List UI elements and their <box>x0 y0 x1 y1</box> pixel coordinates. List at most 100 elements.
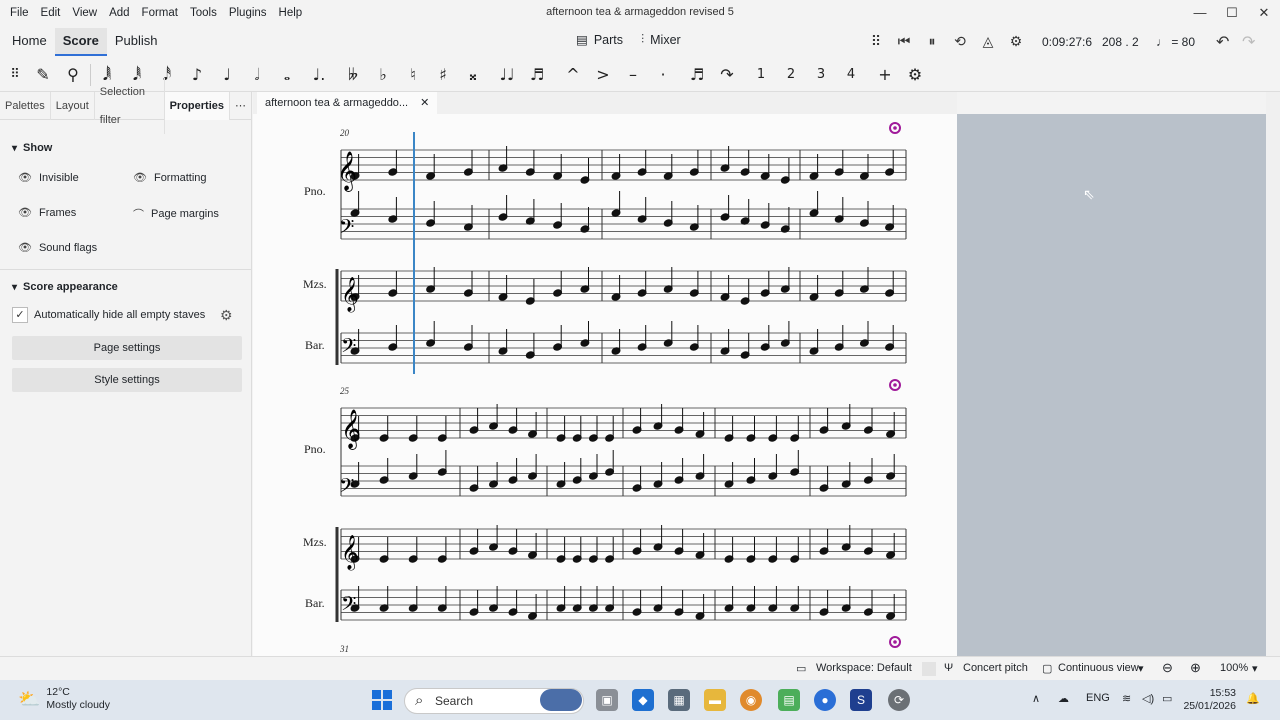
natural-icon[interactable]: ♮ <box>400 63 426 87</box>
show-section-header[interactable]: Show <box>12 142 52 154</box>
score-canvas-background[interactable] <box>957 114 1266 656</box>
double-flat-icon[interactable]: 𝄫 <box>340 63 366 87</box>
menu-format[interactable]: Format <box>136 7 184 19</box>
menu-file[interactable]: File <box>4 7 35 19</box>
musescore-icon[interactable]: S <box>850 689 872 711</box>
voice-2-icon[interactable]: 2 <box>778 63 804 87</box>
app-icon[interactable]: ⟳ <box>888 689 910 711</box>
language-indicator[interactable]: ENG <box>1086 692 1110 704</box>
score-notation[interactable]: 𝄞 𝄢 𝄞 𝄢 𝄞 𝄢 𝄞 𝄢 <box>253 114 957 656</box>
document-tab[interactable]: afternoon tea & armageddo... ✕ <box>257 92 438 114</box>
quarter-note-icon[interactable]: ♩ <box>214 63 240 87</box>
half-note-icon[interactable]: 𝅗𝅥 <box>244 63 270 87</box>
metronome-icon[interactable]: ◬ <box>978 31 998 51</box>
voice-3-icon[interactable]: 3 <box>808 63 834 87</box>
tab-selection-filter[interactable]: Selection filter <box>95 77 165 134</box>
flip-direction-icon[interactable]: ↷ <box>714 63 740 87</box>
tab-publish[interactable]: Publish <box>107 28 166 56</box>
show-frames-toggle[interactable]: 👁 Frames <box>18 206 76 220</box>
drag-handle-icon[interactable]: ⠿ <box>866 31 886 51</box>
redo-icon[interactable]: ↷ <box>1242 32 1255 52</box>
tab-layout[interactable]: Layout <box>51 91 95 120</box>
playback-settings-icon[interactable]: ⚙ <box>1006 31 1026 51</box>
style-settings-button[interactable]: Style settings <box>12 368 242 392</box>
staccato-icon[interactable]: · <box>650 63 676 87</box>
menu-plugins[interactable]: Plugins <box>223 7 273 19</box>
voice-1-icon[interactable]: 1 <box>748 63 774 87</box>
menu-tools[interactable]: Tools <box>184 7 223 19</box>
tab-score[interactable]: Score <box>54 28 107 56</box>
app-icon[interactable]: ● <box>814 689 836 711</box>
gear-icon[interactable]: ⚙ <box>220 307 233 324</box>
tenuto-icon[interactable]: – <box>620 63 646 87</box>
calculator-icon[interactable]: ▦ <box>668 689 690 711</box>
page-settings-button[interactable]: Page settings <box>12 336 242 360</box>
dotted-note-icon[interactable]: ♩. <box>306 63 332 87</box>
note-input-mode-icon[interactable]: ⚲ <box>60 63 86 87</box>
zoom-out-icon[interactable]: ⊖ <box>1162 660 1173 676</box>
close-tab-icon[interactable]: ✕ <box>420 92 429 112</box>
chevron-down-icon[interactable]: ▾ <box>1252 662 1258 675</box>
loop-icon[interactable]: ⟲ <box>950 31 970 51</box>
wifi-icon[interactable]: ≋ <box>1122 692 1131 705</box>
view-mode-dropdown[interactable]: Continuous view <box>1058 662 1139 674</box>
taskbar-clock[interactable]: 15:53 25/01/2026 <box>1183 687 1236 713</box>
slur-icon[interactable]: ♬ <box>524 63 550 87</box>
show-sound-flags-toggle[interactable]: 👁 Sound flags <box>18 241 97 255</box>
menu-add[interactable]: Add <box>103 7 135 19</box>
accent-icon[interactable]: > <box>590 63 616 87</box>
play-icon[interactable]: ⏸ <box>922 31 942 51</box>
add-icon[interactable]: + <box>872 63 898 87</box>
menu-help[interactable]: Help <box>273 7 309 19</box>
score-appearance-header[interactable]: Score appearance <box>12 281 118 293</box>
cloud-icon[interactable]: ☁ <box>1058 692 1069 705</box>
weather-widget[interactable]: ⛅ 12°C Mostly cloudy <box>18 686 110 712</box>
whole-note-icon[interactable]: 𝅝 <box>274 63 300 87</box>
voice-4-icon[interactable]: 4 <box>838 63 864 87</box>
notepad-icon[interactable]: ▤ <box>778 689 800 711</box>
windows-start-icon[interactable] <box>372 690 392 710</box>
flat-icon[interactable]: ♭ <box>370 63 396 87</box>
close-button[interactable]: ✕ <box>1248 0 1280 26</box>
show-invisible-toggle[interactable]: 👁 Invisible <box>18 171 79 185</box>
chevron-up-icon[interactable]: ∧ <box>1032 692 1040 705</box>
tuplet-icon[interactable]: ♬ <box>684 63 710 87</box>
menu-edit[interactable]: Edit <box>35 7 67 19</box>
show-formatting-toggle[interactable]: 👁 Formatting <box>133 171 207 185</box>
double-sharp-icon[interactable]: 𝄪 <box>460 63 486 87</box>
maximize-button[interactable]: ☐ <box>1216 0 1248 26</box>
notification-icon[interactable]: 🔔 <box>1246 692 1260 705</box>
battery-icon[interactable]: ▭ <box>1162 692 1172 705</box>
workspace-selector[interactable]: Workspace: Default <box>816 662 912 674</box>
eighth-note-icon[interactable]: ♪ <box>184 63 210 87</box>
volume-icon[interactable]: ◁) <box>1142 692 1154 705</box>
marcato-icon[interactable]: ^ <box>560 63 586 87</box>
concert-pitch-label[interactable]: Concert pitch <box>963 662 1028 674</box>
mixer-button[interactable]: ⫶ Mixer <box>641 32 681 47</box>
concert-pitch-checkbox[interactable] <box>922 662 936 676</box>
tab-home[interactable]: Home <box>4 28 55 56</box>
sharp-icon[interactable]: ♯ <box>430 63 456 87</box>
tie-icon[interactable]: ♩♩ <box>494 63 520 87</box>
undo-icon[interactable]: ↶ <box>1216 32 1229 52</box>
zoom-level[interactable]: 100% <box>1220 662 1248 674</box>
browser-icon[interactable]: ◉ <box>740 689 762 711</box>
minimize-button[interactable]: — <box>1184 0 1216 26</box>
checkmark-icon[interactable]: ✓ <box>12 307 28 323</box>
tab-properties[interactable]: Properties <box>164 91 230 120</box>
hide-empty-staves-option[interactable]: ✓ Automatically hide all empty staves <box>12 307 205 323</box>
task-view-icon[interactable]: ▣ <box>596 689 618 711</box>
zoom-in-icon[interactable]: ⊕ <box>1190 660 1201 676</box>
panel-more-icon[interactable]: ⋯ <box>230 92 251 120</box>
show-page-margins-toggle[interactable]: ⌒ Page margins <box>133 206 219 222</box>
file-explorer-icon[interactable]: ▬ <box>704 689 726 711</box>
chevron-down-icon[interactable]: ▾ <box>1138 662 1144 675</box>
pen-icon[interactable]: ✎ <box>30 63 56 87</box>
copilot-icon[interactable]: ◆ <box>632 689 654 711</box>
toolbar-handle-icon[interactable]: ⠿ <box>2 63 28 87</box>
parts-button[interactable]: ▤ Parts <box>576 32 623 48</box>
toolbar-settings-icon[interactable]: ⚙ <box>902 63 928 87</box>
menu-view[interactable]: View <box>66 7 103 19</box>
vertical-scrollbar[interactable] <box>1266 92 1280 656</box>
search-highlight-icon[interactable] <box>540 689 582 711</box>
